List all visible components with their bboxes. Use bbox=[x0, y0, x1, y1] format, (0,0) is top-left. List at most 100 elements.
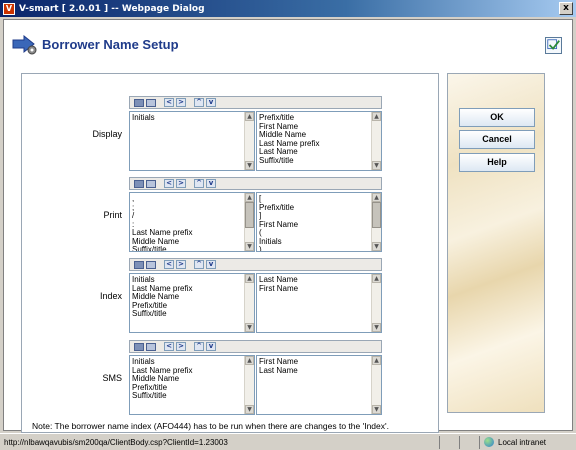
list-item[interactable]: Suffix/title bbox=[259, 157, 370, 166]
list-item[interactable]: : bbox=[132, 221, 243, 230]
list-item[interactable]: Prefix/title bbox=[259, 204, 370, 213]
list-view-icon[interactable] bbox=[134, 98, 144, 107]
scroll-thumb[interactable] bbox=[372, 202, 381, 228]
move-left-icon[interactable]: < bbox=[164, 342, 174, 351]
list-item[interactable]: Last Name bbox=[259, 276, 370, 285]
list-item[interactable]: Initials bbox=[132, 276, 243, 285]
list-item[interactable]: Prefix/title bbox=[259, 114, 370, 123]
close-button[interactable]: x bbox=[559, 2, 573, 15]
scroll-up-icon[interactable]: ▲ bbox=[245, 356, 254, 365]
scroll-up-icon[interactable]: ▲ bbox=[245, 112, 254, 121]
list-item[interactable]: Middle Name bbox=[132, 375, 243, 384]
list-item[interactable]: Initials bbox=[132, 358, 243, 367]
help-check-icon[interactable] bbox=[545, 37, 562, 54]
ok-button[interactable]: OK bbox=[459, 108, 535, 127]
list-item[interactable]: [ bbox=[259, 195, 370, 204]
scrollbar[interactable]: ▲ ▼ bbox=[244, 356, 254, 414]
scroll-up-icon[interactable]: ▲ bbox=[245, 193, 254, 202]
scroll-up-icon[interactable]: ▲ bbox=[372, 112, 381, 121]
scroll-down-icon[interactable]: ▼ bbox=[372, 242, 381, 251]
list-item[interactable]: , bbox=[132, 195, 243, 204]
grid-view-icon[interactable] bbox=[146, 260, 156, 269]
status-url: http://nlbawqavubis/sm200qa/ClientBody.c… bbox=[0, 435, 440, 449]
scroll-down-icon[interactable]: ▼ bbox=[372, 161, 381, 170]
list-item[interactable]: Last Name prefix bbox=[132, 285, 243, 294]
print-selected-list[interactable]: [Prefix/title] First Name(Initials) ▲ ▼ bbox=[256, 192, 382, 252]
list-item[interactable]: Last Name prefix bbox=[259, 140, 370, 149]
move-up-icon[interactable]: ^ bbox=[194, 260, 204, 269]
list-item[interactable]: Middle Name bbox=[259, 131, 370, 140]
scrollbar[interactable]: ▲ ▼ bbox=[371, 112, 381, 170]
cancel-button[interactable]: Cancel bbox=[459, 130, 535, 149]
list-view-icon[interactable] bbox=[134, 342, 144, 351]
print-row-label: Print bbox=[103, 210, 122, 220]
scroll-down-icon[interactable]: ▼ bbox=[372, 323, 381, 332]
index-selected-list[interactable]: Last Name First Name ▲ ▼ bbox=[256, 273, 382, 333]
scroll-up-icon[interactable]: ▲ bbox=[372, 274, 381, 283]
move-right-icon[interactable]: > bbox=[176, 179, 186, 188]
list-item[interactable]: First Name bbox=[259, 358, 370, 367]
move-up-icon[interactable]: ^ bbox=[194, 98, 204, 107]
move-left-icon[interactable]: < bbox=[164, 98, 174, 107]
grid-view-icon[interactable] bbox=[146, 342, 156, 351]
move-right-icon[interactable]: > bbox=[176, 98, 186, 107]
list-item[interactable]: ) bbox=[259, 246, 370, 251]
list-view-icon[interactable] bbox=[134, 260, 144, 269]
scroll-down-icon[interactable]: ▼ bbox=[245, 405, 254, 414]
list-item[interactable]: ; bbox=[132, 204, 243, 213]
scroll-up-icon[interactable]: ▲ bbox=[372, 356, 381, 365]
scrollbar[interactable]: ▲ ▼ bbox=[371, 193, 381, 251]
scrollbar[interactable]: ▲ ▼ bbox=[371, 274, 381, 332]
move-left-icon[interactable]: < bbox=[164, 260, 174, 269]
list-item[interactable]: ( bbox=[259, 229, 370, 238]
help-button[interactable]: Help bbox=[459, 153, 535, 172]
move-down-icon[interactable]: v bbox=[206, 260, 216, 269]
scroll-up-icon[interactable]: ▲ bbox=[245, 274, 254, 283]
list-item[interactable]: Prefix/title bbox=[132, 302, 243, 311]
scroll-down-icon[interactable]: ▼ bbox=[245, 323, 254, 332]
move-up-icon[interactable]: ^ bbox=[194, 179, 204, 188]
move-down-icon[interactable]: v bbox=[206, 179, 216, 188]
scroll-up-icon[interactable]: ▲ bbox=[372, 193, 381, 202]
sms-available-list[interactable]: Initials Last Name prefix Middle Name Prefi… bbox=[129, 355, 255, 415]
grid-view-icon[interactable] bbox=[146, 179, 156, 188]
list-item[interactable]: Middle Name bbox=[132, 238, 243, 247]
sms-selected-list[interactable]: First Name Last Name ▲ ▼ bbox=[256, 355, 382, 415]
print-available-list[interactable]: ,; /: Last Name prefix Middle Name Suffix/ti… bbox=[129, 192, 255, 252]
list-item[interactable]: Last Name bbox=[259, 367, 370, 376]
list-item[interactable]: ] bbox=[259, 212, 370, 221]
scroll-down-icon[interactable]: ▼ bbox=[245, 242, 254, 251]
list-item[interactable]: Prefix/title bbox=[132, 384, 243, 393]
scrollbar[interactable]: ▲ ▼ bbox=[244, 112, 254, 170]
list-item[interactable]: Initials bbox=[259, 238, 370, 247]
scroll-down-icon[interactable]: ▼ bbox=[372, 405, 381, 414]
move-right-icon[interactable]: > bbox=[176, 260, 186, 269]
list-item[interactable]: Suffix/title bbox=[132, 310, 243, 319]
scrollbar[interactable]: ▲ ▼ bbox=[244, 274, 254, 332]
scroll-thumb[interactable] bbox=[245, 202, 254, 228]
move-down-icon[interactable]: v bbox=[206, 98, 216, 107]
list-item[interactable]: / bbox=[132, 212, 243, 221]
list-item[interactable]: Last Name bbox=[259, 148, 370, 157]
list-view-icon[interactable] bbox=[134, 179, 144, 188]
index-available-list[interactable]: Initials Last Name prefix Middle Name Prefi… bbox=[129, 273, 255, 333]
list-item[interactable]: Initials bbox=[132, 114, 243, 123]
list-item[interactable]: First Name bbox=[259, 221, 370, 230]
list-item[interactable]: Middle Name bbox=[132, 293, 243, 302]
grid-view-icon[interactable] bbox=[146, 98, 156, 107]
list-item[interactable]: First Name bbox=[259, 285, 370, 294]
list-item[interactable]: First Name bbox=[259, 123, 370, 132]
list-item[interactable]: Last Name prefix bbox=[132, 229, 243, 238]
list-item[interactable]: Suffix/title bbox=[132, 246, 243, 251]
scroll-down-icon[interactable]: ▼ bbox=[245, 161, 254, 170]
scrollbar[interactable]: ▲ ▼ bbox=[371, 356, 381, 414]
display-available-list[interactable]: Initials ▲ ▼ bbox=[129, 111, 255, 171]
list-item[interactable]: Last Name prefix bbox=[132, 367, 243, 376]
scrollbar[interactable]: ▲ ▼ bbox=[244, 193, 254, 251]
list-item[interactable]: Suffix/title bbox=[132, 392, 243, 401]
display-selected-list[interactable]: Prefix/title First Name Middle Name Last Na… bbox=[256, 111, 382, 171]
move-down-icon[interactable]: v bbox=[206, 342, 216, 351]
move-left-icon[interactable]: < bbox=[164, 179, 174, 188]
move-right-icon[interactable]: > bbox=[176, 342, 186, 351]
move-up-icon[interactable]: ^ bbox=[194, 342, 204, 351]
